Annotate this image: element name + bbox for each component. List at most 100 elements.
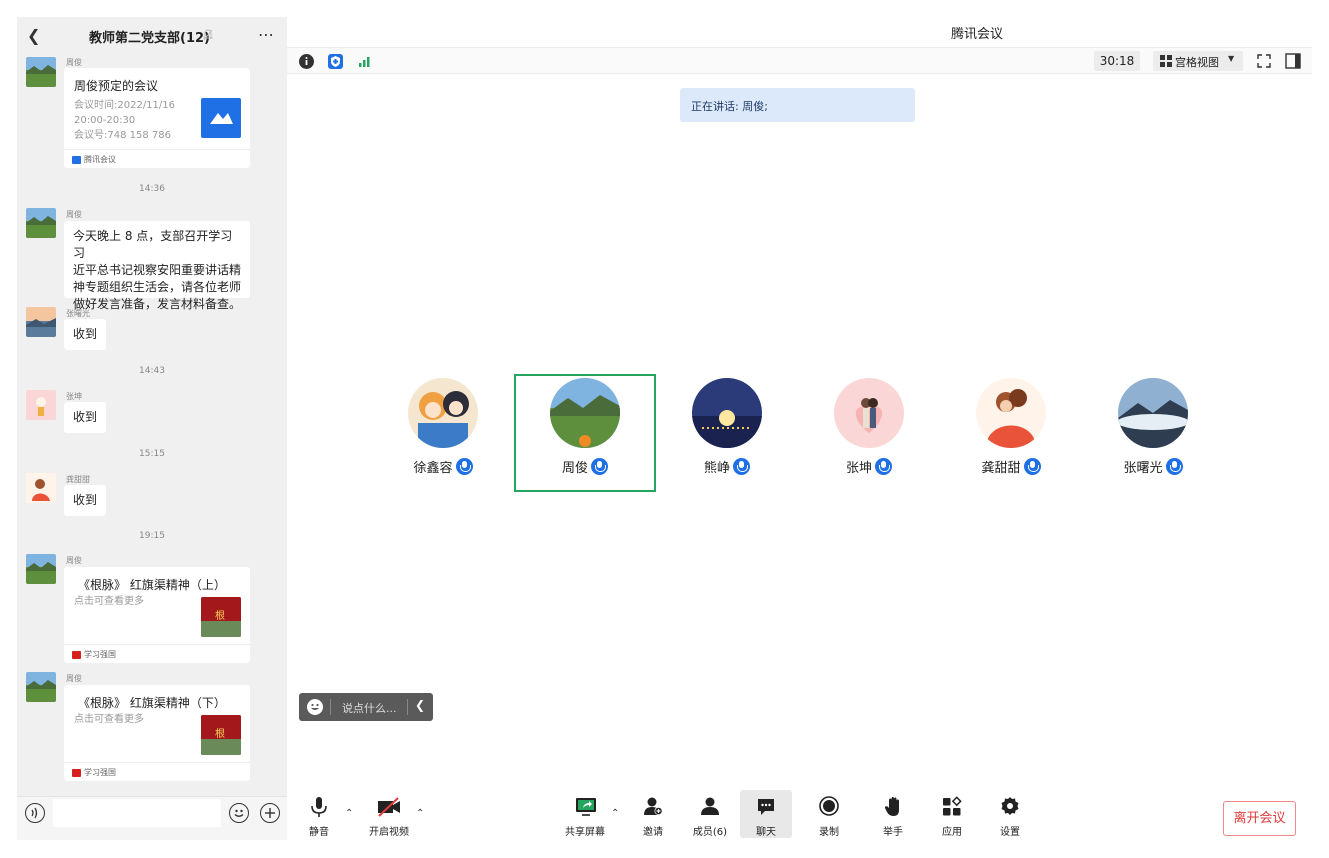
- avatar[interactable]: [26, 672, 56, 702]
- participant-name: 熊峥: [703, 461, 730, 476]
- message-bubble[interactable]: 收到: [64, 319, 107, 350]
- mute-options-caret-icon[interactable]: ⌃: [345, 808, 353, 819]
- card-footer: 学习强国: [64, 762, 250, 781]
- view-mode-dropdown[interactable]: 宫格视图 ▼: [1153, 51, 1243, 71]
- share-screen-button[interactable]: 共享屏幕: [559, 790, 611, 838]
- card-line: 点击可查看更多: [74, 714, 144, 725]
- microphone-icon: [875, 458, 892, 475]
- microphone-icon: [1023, 458, 1041, 475]
- video-options-caret-icon[interactable]: ⌃: [416, 808, 424, 819]
- message-sender: 周俊: [66, 674, 82, 683]
- participant-tile[interactable]: 张坤: [798, 374, 940, 492]
- participant-tile[interactable]: 熊峥: [656, 374, 798, 492]
- avatar[interactable]: [26, 208, 56, 238]
- chat-title: 教师第二党支部(12): [89, 31, 210, 46]
- members-icon: [701, 797, 719, 815]
- avatar[interactable]: [26, 390, 56, 420]
- fullscreen-icon[interactable]: [1255, 52, 1273, 70]
- sidebar-toggle-icon[interactable]: [1284, 52, 1302, 70]
- avatar[interactable]: [26, 307, 56, 337]
- participant-avatar: [408, 378, 478, 448]
- emoji-icon[interactable]: [229, 803, 249, 823]
- meeting-timer: 30:18: [1094, 51, 1140, 71]
- message-bubble[interactable]: 收到: [64, 402, 107, 433]
- meeting-invite-card[interactable]: 周俊预定的会议 会议时间:2022/11/16 20:00-20:30 会议号:…: [64, 68, 250, 168]
- mute-button[interactable]: 静音: [293, 790, 345, 838]
- article-card[interactable]: 《根脉》 红旗渠精神（下） 点击可查看更多 根 学习强国: [64, 685, 250, 781]
- chat-input-bar: [17, 796, 287, 840]
- divider: [330, 699, 331, 715]
- start-video-button[interactable]: 开启视频: [363, 790, 415, 838]
- participant-tile-active[interactable]: 周俊: [514, 374, 656, 492]
- quick-chat-bar[interactable]: 说点什么... ❮: [299, 693, 433, 721]
- leave-meeting-button[interactable]: 离开会议: [1223, 801, 1296, 836]
- chat-input[interactable]: [53, 799, 221, 827]
- emoji-icon[interactable]: [307, 699, 323, 715]
- participant-tile[interactable]: 徐鑫容: [372, 374, 514, 492]
- chat-timestamp: 19:15: [139, 531, 165, 541]
- article-card[interactable]: 《根脉》 红旗渠精神（上） 点击可查看更多 根 学习强国: [64, 567, 250, 663]
- card-title: 《根脉》 红旗渠精神（下）: [78, 696, 226, 710]
- voice-input-icon[interactable]: [25, 803, 45, 823]
- speaking-indicator: 正在讲话: 周俊;: [680, 88, 915, 122]
- chat-timestamp: 14:43: [139, 366, 165, 376]
- participant-name-row: 张曙光: [1082, 457, 1224, 476]
- card-title: 周俊预定的会议: [74, 79, 159, 93]
- participant-tile[interactable]: 张曙光: [1082, 374, 1224, 492]
- share-options-caret-icon[interactable]: ⌃: [611, 808, 619, 819]
- participant-name: 周俊: [561, 461, 588, 476]
- chat-button[interactable]: 聊天: [740, 790, 792, 838]
- share-screen-label: 共享屏幕: [565, 827, 605, 838]
- invite-user-icon: [644, 797, 663, 815]
- more-icon[interactable]: ⋯: [258, 25, 275, 44]
- chat-timestamp: 14:36: [139, 184, 165, 194]
- invite-button[interactable]: 邀请: [627, 790, 679, 838]
- plus-icon[interactable]: [260, 803, 280, 823]
- message-sender: 张曙光: [66, 309, 90, 318]
- record-icon: [819, 796, 839, 816]
- card-source: 腾讯会议: [84, 155, 116, 164]
- chat-message-list: 周俊 周俊预定的会议 会议时间:2022/11/16 20:00-20:30 会…: [17, 55, 287, 796]
- message-sender: 周俊: [66, 58, 82, 67]
- apps-button[interactable]: 应用: [926, 790, 978, 838]
- info-icon[interactable]: [299, 54, 314, 69]
- message-line: 近平总书记视察安阳重要讲话精: [73, 263, 242, 277]
- meeting-toolbar: 静音 ⌃ 开启视频 ⌃ 共享屏幕 ⌃ 邀请 成员(6) 聊天 录制 举手 应用 …: [287, 790, 1312, 840]
- back-icon[interactable]: ❮: [27, 26, 41, 46]
- avatar[interactable]: [26, 473, 56, 503]
- settings-button[interactable]: 设置: [984, 790, 1036, 838]
- message-bubble[interactable]: 今天晚上 8 点，支部召开学习习 近平总书记视察安阳重要讲话精 神专题组织生活会…: [64, 221, 250, 311]
- gear-icon: [1001, 797, 1019, 815]
- members-label: 成员(6): [692, 827, 728, 838]
- message-bubble[interactable]: 收到: [64, 485, 107, 516]
- record-button[interactable]: 录制: [803, 790, 855, 838]
- raise-hand-button[interactable]: 举手: [867, 790, 919, 838]
- svg-text:根: 根: [215, 727, 225, 740]
- participant-name: 徐鑫容: [413, 461, 453, 476]
- message-line: 今天晚上 8 点，支部召开学习习: [73, 229, 233, 260]
- security-shield-icon[interactable]: [328, 54, 343, 69]
- apps-icon: [943, 796, 962, 816]
- microphone-icon: [455, 458, 473, 475]
- chat-header: ❮ 教师第二党支部(12) ⋯: [17, 17, 287, 55]
- avatar[interactable]: [26, 57, 56, 87]
- chat-panel: ❮ 教师第二党支部(12) ⋯ 周俊 周俊预定的会议 会议时间:2022/11/…: [17, 17, 287, 840]
- raise-hand-icon: [884, 797, 899, 816]
- members-button[interactable]: 成员(6): [684, 790, 736, 838]
- card-source: 学习强国: [84, 650, 116, 659]
- participant-avatar: [692, 378, 762, 448]
- microphone-icon: [311, 797, 327, 817]
- participant-name-row: 周俊: [514, 457, 656, 476]
- collapse-chevron-icon[interactable]: ❮: [415, 698, 425, 712]
- participant-avatar: [1118, 378, 1188, 448]
- message-sender: 周俊: [66, 556, 82, 565]
- network-signal-icon[interactable]: [357, 54, 372, 69]
- avatar[interactable]: [26, 554, 56, 584]
- meeting-top-bar: 30:18 宫格视图 ▼: [287, 47, 1312, 74]
- article-thumbnail: 根: [201, 597, 241, 637]
- participant-tile[interactable]: 龚甜甜: [940, 374, 1082, 492]
- grid-view-icon: [1160, 55, 1172, 67]
- quick-chat-placeholder[interactable]: 说点什么...: [342, 700, 397, 716]
- tencent-meeting-icon: [72, 156, 81, 164]
- card-title: 《根脉》 红旗渠精神（上）: [78, 578, 226, 592]
